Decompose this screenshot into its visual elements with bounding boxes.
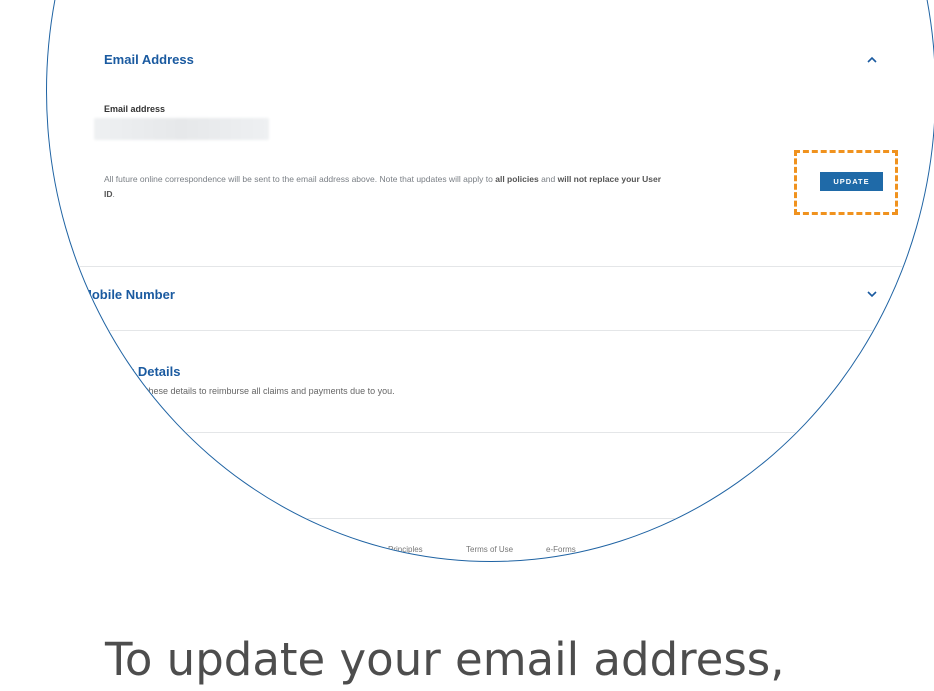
email-section-title[interactable]: Email Address (104, 52, 194, 67)
divider (151, 432, 831, 433)
divider (101, 330, 901, 331)
tutorial-caption: To update your email address, (105, 633, 785, 686)
mobile-section-title[interactable]: Mobile Number (81, 287, 175, 302)
footer-link-principles[interactable]: Principles (388, 545, 423, 554)
info-bold-all-policies: all policies (495, 174, 539, 184)
chevron-up-icon[interactable] (865, 55, 879, 65)
update-button[interactable]: UPDATE (820, 172, 883, 191)
magnified-page: Email Address Email address All future o… (47, 1, 934, 561)
tutorial-frame: Email Address Email address All future o… (0, 0, 934, 691)
divider (61, 266, 921, 267)
info-text-part: and (538, 174, 558, 184)
email-field-label: Email address (104, 104, 166, 114)
bank-section-title[interactable]: k Details (127, 364, 180, 379)
info-text-part: All future online correspondence will be… (104, 174, 496, 184)
email-field-value-blurred (94, 118, 269, 140)
footer-link-e-forms[interactable]: e-Forms (546, 545, 576, 554)
footer-divider (251, 518, 731, 519)
footer-link-terms-of-use[interactable]: Terms of Use (466, 545, 513, 554)
chevron-down-icon[interactable] (865, 289, 879, 299)
magnifier-circle: Email Address Email address All future o… (46, 0, 934, 562)
email-info-text: All future online correspondence will be… (104, 172, 664, 202)
bank-section-description: these details to reimburse all claims an… (146, 386, 395, 396)
info-text-part: . (112, 189, 115, 199)
